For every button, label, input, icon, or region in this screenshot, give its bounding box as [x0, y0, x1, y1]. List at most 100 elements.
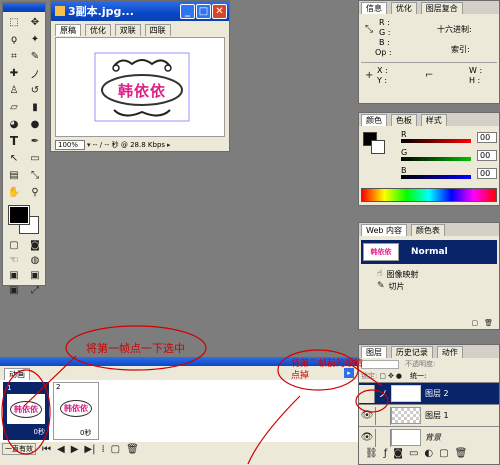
status-dropdown-icon[interactable]: ▸ [167, 141, 171, 149]
lock-all-icon[interactable]: ● [396, 372, 402, 380]
blend-mode-select[interactable] [361, 359, 399, 369]
web-bottom-bar: ▢ 🗑 [359, 318, 499, 328]
tab-color[interactable]: 颜色 [361, 114, 387, 126]
minimize-icon[interactable]: _ [180, 3, 195, 19]
hand-screen-icon[interactable]: ☜ [4, 253, 24, 267]
layer-row-background[interactable]: 👁 背景 [359, 426, 499, 448]
maximize-icon[interactable]: □ [196, 3, 211, 19]
color-g-slider[interactable] [401, 157, 471, 161]
move-icon[interactable]: ✥ [25, 14, 45, 30]
tab-info-optimize[interactable]: 优化 [390, 2, 417, 14]
quickmask-mode-icon[interactable]: ◙ [25, 238, 45, 252]
eye-toggle-empty[interactable] [359, 384, 375, 403]
tab-swatches[interactable]: 色板 [390, 114, 417, 126]
download-status: -- / -- 秒 @ 28.8 Kbps [92, 141, 166, 149]
color-r-slider[interactable] [401, 139, 471, 143]
tab-animation[interactable]: 动画 [4, 368, 30, 380]
standard-mode-icon[interactable]: ▢ [4, 238, 24, 252]
tab-layers[interactable]: 图层 [361, 346, 387, 358]
new-group-icon[interactable]: ▭ [409, 448, 418, 459]
web-delete-icon[interactable]: 🗑 [484, 318, 493, 328]
magic-wand-icon[interactable]: ✦ [25, 31, 45, 47]
frame-2[interactable]: 2 韩依依 0秒 [53, 382, 99, 440]
close-icon[interactable]: ✕ [212, 3, 227, 19]
color-b-value[interactable]: 00 [477, 168, 497, 179]
history-brush-icon[interactable]: ↺ [25, 82, 45, 98]
color-b-slider[interactable] [401, 175, 471, 179]
frame-1-delay[interactable]: 0秒 [34, 427, 45, 437]
eye-icon[interactable]: 👁 [359, 410, 375, 421]
zoom-dropdown-icon[interactable]: ▾ [87, 141, 91, 149]
color-g-value[interactable]: 00 [477, 150, 497, 161]
screen-mode-2-icon[interactable]: ▣ [25, 268, 45, 282]
animation-menu-icon[interactable]: ▸ [344, 368, 354, 378]
screen-mode-3-icon[interactable]: ▣ [4, 283, 24, 297]
web-new-icon[interactable]: ▢ [471, 318, 478, 328]
tab-4up[interactable]: 四联 [144, 24, 171, 36]
tab-web-content[interactable]: Web 内容 [361, 224, 407, 236]
dodge-icon[interactable]: ● [25, 116, 45, 132]
first-frame-icon[interactable]: ⏮ [42, 444, 51, 455]
tween-icon[interactable]: ⁞ [101, 444, 104, 455]
jump-to-icon[interactable]: ⤢ [25, 283, 45, 297]
notes-icon[interactable]: ▤ [4, 167, 24, 183]
tab-original[interactable]: 原稿 [55, 24, 81, 36]
tab-layer-comps[interactable]: 图层复合 [420, 2, 463, 14]
tab-history[interactable]: 历史记录 [390, 346, 433, 358]
type-icon[interactable]: T [4, 133, 24, 149]
delete-frame-icon[interactable]: 🗑 [126, 444, 139, 455]
color-spectrum[interactable] [361, 188, 497, 202]
toolbox-titlebar[interactable] [3, 3, 45, 12]
marquee-icon[interactable]: ⬚ [4, 14, 24, 30]
lock-move-icon[interactable]: ✥ [388, 372, 394, 380]
lock-icon[interactable]: ▢ [379, 372, 386, 380]
loop-select[interactable]: 一直有效 [2, 443, 36, 455]
tab-info[interactable]: 信息 [361, 2, 387, 14]
tab-actions[interactable]: 动作 [436, 346, 463, 358]
mask-icon[interactable]: ◙ [393, 448, 403, 459]
eraser-icon[interactable]: ▱ [4, 99, 24, 115]
color-r-value[interactable]: 00 [477, 132, 497, 143]
hand-icon[interactable]: ✋ [4, 184, 24, 200]
crop-icon[interactable]: ⌗ [4, 48, 24, 64]
adjustment-icon[interactable]: ◐ [424, 448, 433, 459]
blur-icon[interactable]: ◕ [4, 116, 24, 132]
path-select-icon[interactable]: ↖ [4, 150, 24, 166]
canvas-area[interactable]: 韩依依 [55, 37, 225, 137]
brush-icon[interactable]: ノ [25, 65, 45, 81]
slice-icon[interactable]: ✎ [25, 48, 45, 64]
zoom-field[interactable]: 100% [55, 140, 85, 150]
tab-2up[interactable]: 双联 [114, 24, 141, 36]
frame-1[interactable]: 1 韩依依 0秒 [3, 382, 49, 440]
web-item-slices[interactable]: ✎ 切片 [359, 280, 499, 292]
eyedropper-icon[interactable]: ⤡ [25, 167, 45, 183]
color-bg-swatch[interactable] [371, 140, 385, 154]
zoom-icon[interactable]: ⚲ [25, 184, 45, 200]
shape-icon[interactable]: ▭ [25, 150, 45, 166]
screen-mode-1-icon[interactable]: ▣ [4, 268, 24, 282]
layer-style-icon[interactable]: ƒ [384, 448, 388, 459]
healing-brush-icon[interactable]: ✚ [4, 65, 24, 81]
duplicate-frame-icon[interactable]: ▢ [111, 444, 120, 455]
tab-styles[interactable]: 样式 [420, 114, 447, 126]
link-layers-icon[interactable]: ⛓ [365, 448, 378, 459]
tab-color-table[interactable]: 颜色表 [410, 224, 445, 236]
layer-row-layer1[interactable]: 👁 图层 1 [359, 404, 499, 426]
frame-2-delay[interactable]: 0秒 [80, 428, 91, 438]
web-item-imagemap[interactable]: ☝ 图像映射 [359, 268, 499, 280]
clone-stamp-icon[interactable]: ♙ [4, 82, 24, 98]
delete-layer-icon[interactable]: 🗑 [455, 448, 468, 459]
imageready-icon[interactable]: ◍ [25, 253, 45, 267]
lasso-icon[interactable]: ϙ [4, 31, 24, 47]
play-icon[interactable]: ▶ [71, 444, 79, 455]
pen-icon[interactable]: ✒ [25, 133, 45, 149]
gradient-icon[interactable]: ▮ [25, 99, 45, 115]
new-layer-icon[interactable]: ▢ [439, 448, 448, 459]
prev-frame-icon[interactable]: ◀ [57, 444, 65, 455]
layer-row-layer2[interactable]: ノ 图层 2 [359, 382, 499, 404]
document-titlebar[interactable]: 3副本.jpg... _ □ ✕ [51, 1, 229, 21]
eye-icon-bg[interactable]: 👁 [359, 432, 375, 443]
tab-optimized[interactable]: 优化 [84, 24, 111, 36]
web-normal-row[interactable]: 韩依依 Normal [361, 240, 497, 264]
next-frame-icon[interactable]: ▶| [84, 444, 95, 455]
